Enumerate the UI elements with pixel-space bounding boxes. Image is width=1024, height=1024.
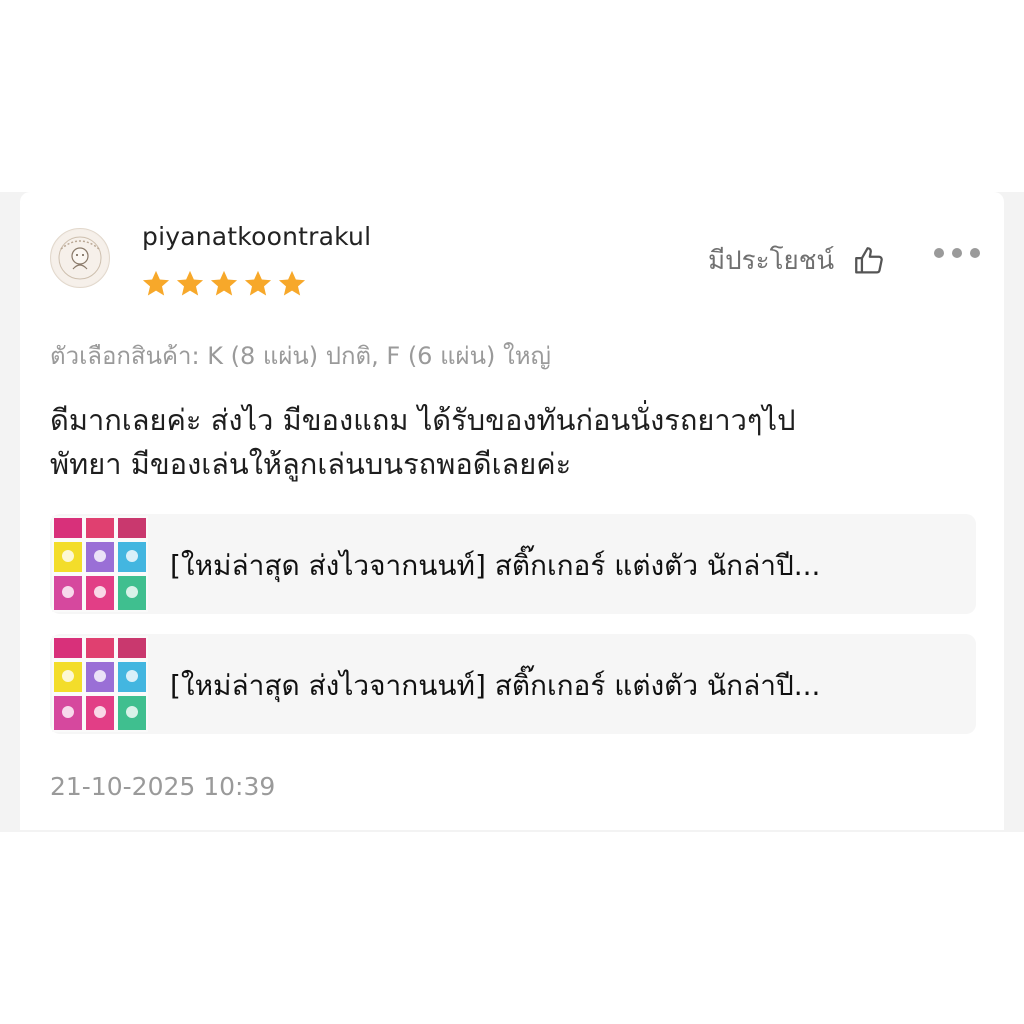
comment-line: พัทยา มีของเล่นให้ลูกเล่นบนรถพอดีเลยค่ะ: [50, 447, 572, 481]
more-horizontal-icon: [934, 248, 944, 258]
avatar-illustration-icon: [52, 230, 108, 286]
product-link[interactable]: [ใหม่ล่าสุด ส่งไวจากนนท์] สติ๊กเกอร์ แต่…: [50, 514, 976, 614]
product-thumbnail: [52, 636, 148, 732]
more-options-button[interactable]: [934, 244, 980, 262]
helpful-button[interactable]: มีประโยชน์: [708, 240, 886, 281]
review-comment: ดีมากเลยค่ะ ส่งไว มีของแถม ได้รับของทันก…: [50, 398, 970, 486]
product-title: [ใหม่ล่าสุด ส่งไวจากนนท์] สติ๊กเกอร์ แต่…: [170, 549, 821, 582]
helpful-label: มีประโยชน์: [708, 246, 835, 276]
product-link[interactable]: [ใหม่ล่าสุด ส่งไวจากนนท์] สติ๊กเกอร์ แต่…: [50, 634, 976, 734]
review-timestamp: 21-10-2025 10:39: [50, 772, 276, 801]
star-icon: [278, 270, 306, 296]
reviewer-username: piyanatkoontrakul: [142, 222, 372, 251]
more-dot: [970, 248, 980, 258]
product-title: [ใหม่ล่าสุด ส่งไวจากนนท์] สติ๊กเกอร์ แต่…: [170, 669, 821, 702]
rating-stars: [140, 268, 308, 300]
product-thumbnail: [52, 516, 148, 612]
star-icon: [176, 270, 204, 296]
user-avatar[interactable]: [50, 228, 110, 288]
more-dot: [952, 248, 962, 258]
comment-line: ดีมากเลยค่ะ ส่งไว มีของแถม ได้รับของทันก…: [50, 403, 796, 437]
star-icon: [142, 270, 170, 296]
star-icon: [244, 270, 272, 296]
product-variation: ตัวเลือกสินค้า: K (8 แผ่น) ปกติ, F (6 แผ…: [50, 342, 551, 370]
star-icon: [210, 270, 238, 296]
thumbs-up-icon: [855, 246, 884, 273]
